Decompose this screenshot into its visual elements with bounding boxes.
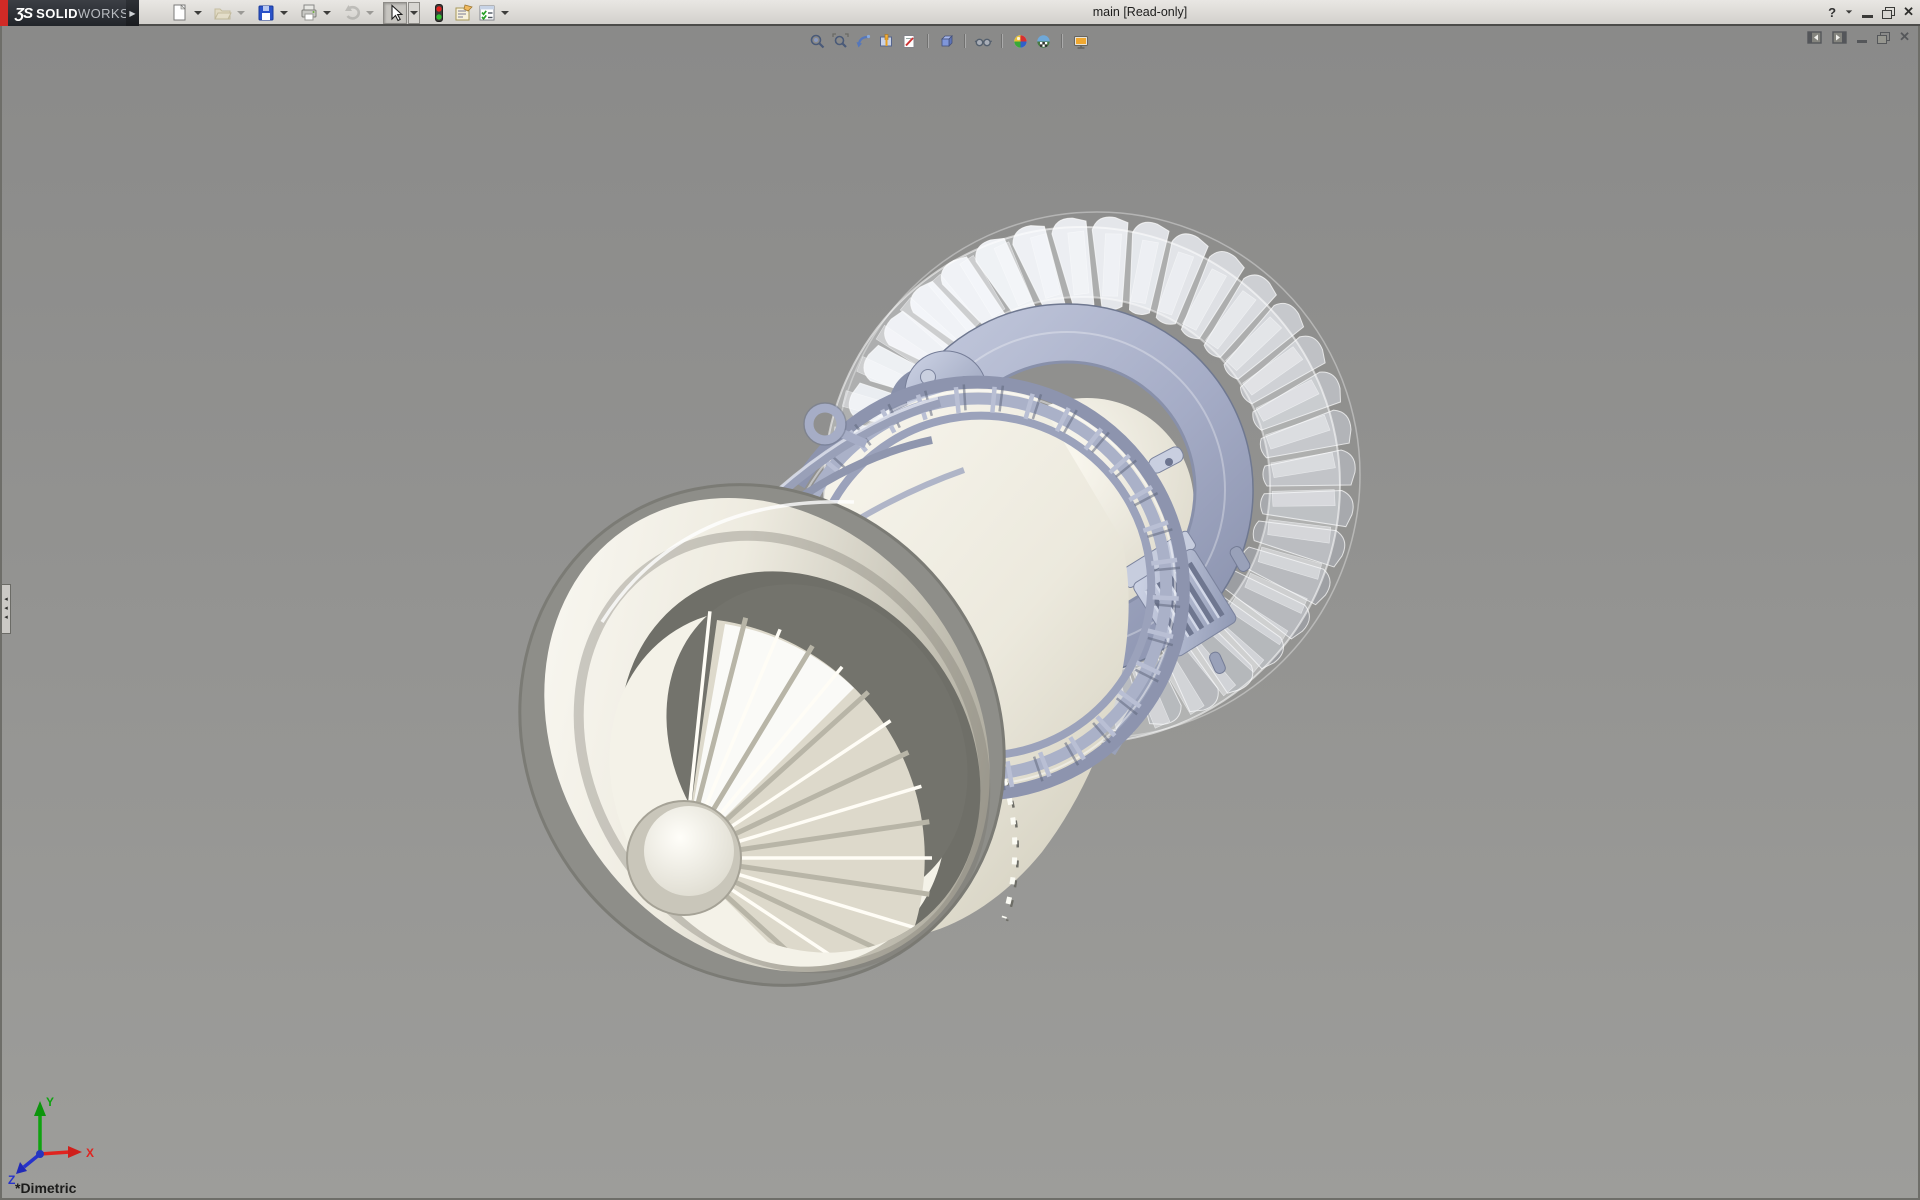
hide-show-items-button[interactable]: [973, 31, 994, 52]
view-settings-button[interactable]: [1070, 31, 1091, 52]
collapse-arrow-icon: ◂: [4, 615, 8, 621]
help-button[interactable]: ?: [1828, 5, 1836, 20]
zoom-to-fit-button[interactable]: [807, 31, 828, 52]
document-close-button[interactable]: ✕: [1899, 29, 1910, 45]
section-view-icon: [878, 33, 895, 50]
hud-separator: [1061, 34, 1063, 48]
minimize-button[interactable]: [1862, 15, 1873, 18]
solidworks-logo: ƷS SOLID WORKS: [8, 0, 126, 26]
zoom-to-fit-icon: [809, 33, 826, 50]
undo-icon: [342, 3, 362, 23]
print-icon: [299, 3, 319, 23]
solidworks-logo-icon: ƷS: [15, 5, 32, 22]
section-view-button[interactable]: [876, 31, 897, 52]
feature-panel-splitter[interactable]: ◂ ◂ ◂: [2, 584, 11, 634]
save-icon: [256, 3, 276, 23]
apply-scene-button[interactable]: [1033, 31, 1054, 52]
open-button[interactable]: [211, 2, 235, 24]
triad-x-label: X: [86, 1146, 94, 1160]
collapse-arrow-icon: ◂: [4, 606, 8, 612]
main-toolbar: [168, 1, 518, 25]
restore-button[interactable]: [1882, 7, 1894, 18]
help-dropdown[interactable]: [1846, 10, 1852, 13]
comment-icon: [453, 3, 474, 23]
zoom-to-area-button[interactable]: [830, 31, 851, 52]
new-document-button[interactable]: [168, 2, 192, 24]
hud-separator: [927, 34, 929, 48]
save-button[interactable]: [254, 2, 278, 24]
view-orientation-icon: [901, 33, 918, 50]
brand-red-strip: [0, 0, 8, 26]
document-minimize-button[interactable]: [1857, 40, 1867, 43]
window-controls: ? ✕: [1828, 0, 1914, 24]
view-orientation-label: *Dimetric: [15, 1180, 76, 1196]
print-dropdown[interactable]: [321, 2, 333, 24]
brand-text-bold: SOLID: [36, 6, 78, 21]
jet-engine-model[interactable]: [2, 26, 1920, 1200]
previous-view-icon: [855, 33, 872, 50]
select-tool-button[interactable]: [383, 2, 407, 24]
save-dropdown[interactable]: [278, 2, 290, 24]
traffic-light-button[interactable]: [427, 2, 451, 24]
select-cursor-icon: [385, 3, 405, 23]
open-dropdown[interactable]: [235, 2, 247, 24]
options-list-button[interactable]: [475, 2, 499, 24]
window-title: main [Read-only]: [1040, 0, 1240, 24]
select-tool-dropdown[interactable]: [408, 2, 420, 24]
edit-appearance-button[interactable]: [1010, 31, 1031, 52]
heads-up-view-toolbar: [806, 29, 1092, 53]
display-style-icon: [938, 33, 955, 50]
open-icon: [213, 3, 233, 23]
previous-view-button[interactable]: [853, 31, 874, 52]
zoom-to-area-icon: [832, 33, 849, 50]
pane-right-icon[interactable]: [1832, 31, 1847, 44]
menu-expander-button[interactable]: ▶: [126, 0, 139, 26]
undo-button[interactable]: [340, 2, 364, 24]
collapse-arrow-icon: ◂: [4, 597, 8, 603]
new-document-icon: [170, 3, 190, 23]
traffic-light-icon: [429, 3, 449, 23]
orientation-triad: Y X Z: [6, 1092, 106, 1188]
pane-left-icon[interactable]: [1807, 31, 1822, 44]
document-window-controls: ✕: [1807, 29, 1910, 45]
new-document-dropdown[interactable]: [192, 2, 204, 24]
print-button[interactable]: [297, 2, 321, 24]
display-style-button[interactable]: [936, 31, 957, 52]
undo-dropdown[interactable]: [364, 2, 376, 24]
close-button[interactable]: ✕: [1903, 4, 1914, 20]
graphics-viewport[interactable]: ✕ ◂ ◂ ◂ Y X Z *Dimetric: [0, 26, 1920, 1200]
comment-button[interactable]: [451, 2, 475, 24]
title-bar: ƷS SOLID WORKS ▶: [0, 0, 1920, 26]
hide-show-items-icon: [974, 33, 993, 50]
view-settings-icon: [1072, 33, 1090, 50]
options-list-dropdown[interactable]: [499, 2, 511, 24]
document-restore-button[interactable]: [1877, 32, 1889, 43]
brand-text-light: WORKS: [78, 6, 129, 21]
view-orientation-button[interactable]: [899, 31, 920, 52]
triad-y-label: Y: [46, 1095, 54, 1109]
apply-scene-icon: [1035, 33, 1052, 50]
options-list-icon: [477, 3, 497, 23]
edit-appearance-icon: [1012, 33, 1029, 50]
hud-separator: [1001, 34, 1003, 48]
hud-separator: [964, 34, 966, 48]
